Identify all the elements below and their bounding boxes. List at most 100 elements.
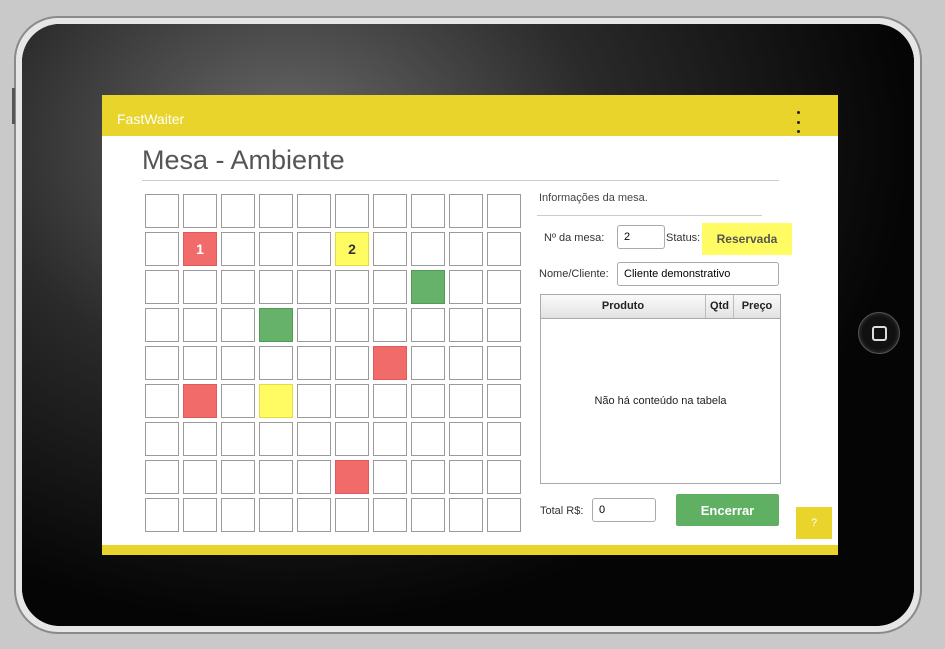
grid-cell-empty[interactable]: [335, 498, 369, 532]
table-cell-yellow[interactable]: 2: [335, 232, 369, 266]
grid-cell-empty[interactable]: [221, 498, 255, 532]
table-cell-green[interactable]: [259, 308, 293, 342]
grid-cell-empty[interactable]: [449, 422, 483, 456]
grid-cell-empty[interactable]: [145, 308, 179, 342]
home-button[interactable]: [858, 312, 900, 354]
grid-cell-empty[interactable]: [411, 308, 445, 342]
grid-cell-empty[interactable]: [297, 270, 331, 304]
grid-cell-empty[interactable]: [183, 346, 217, 380]
grid-cell-empty[interactable]: [145, 498, 179, 532]
grid-cell-empty[interactable]: [449, 308, 483, 342]
grid-cell-empty[interactable]: [373, 384, 407, 418]
column-header-qtd[interactable]: Qtd: [706, 295, 734, 318]
grid-cell-empty[interactable]: [373, 422, 407, 456]
grid-cell-empty[interactable]: [297, 460, 331, 494]
grid-cell-empty[interactable]: [373, 460, 407, 494]
grid-cell-empty[interactable]: [335, 308, 369, 342]
grid-cell-empty[interactable]: [335, 422, 369, 456]
grid-cell-empty[interactable]: [259, 422, 293, 456]
grid-cell-empty[interactable]: [221, 384, 255, 418]
grid-cell-empty[interactable]: [259, 270, 293, 304]
grid-cell-empty[interactable]: [373, 270, 407, 304]
grid-cell-empty[interactable]: [183, 498, 217, 532]
grid-cell-empty[interactable]: [411, 346, 445, 380]
grid-cell-empty[interactable]: [221, 460, 255, 494]
grid-cell-empty[interactable]: [221, 270, 255, 304]
grid-cell-empty[interactable]: [259, 498, 293, 532]
grid-cell-empty[interactable]: [373, 232, 407, 266]
grid-cell-empty[interactable]: [411, 422, 445, 456]
table-cell-red[interactable]: 1: [183, 232, 217, 266]
grid-cell-empty[interactable]: [411, 194, 445, 228]
table-cell-red[interactable]: [183, 384, 217, 418]
grid-cell-empty[interactable]: [487, 460, 521, 494]
grid-cell-empty[interactable]: [297, 384, 331, 418]
table-cell-red[interactable]: [373, 346, 407, 380]
grid-cell-empty[interactable]: [335, 270, 369, 304]
grid-cell-empty[interactable]: [297, 498, 331, 532]
grid-cell-empty[interactable]: [487, 194, 521, 228]
grid-cell-empty[interactable]: [449, 346, 483, 380]
grid-cell-empty[interactable]: [221, 308, 255, 342]
help-button[interactable]: ?: [796, 507, 832, 539]
grid-cell-empty[interactable]: [487, 498, 521, 532]
grid-cell-empty[interactable]: [183, 270, 217, 304]
grid-cell-empty[interactable]: [487, 384, 521, 418]
grid-cell-empty[interactable]: [221, 422, 255, 456]
column-header-produto[interactable]: Produto: [541, 295, 706, 318]
grid-cell-empty[interactable]: [487, 308, 521, 342]
grid-cell-empty[interactable]: [487, 422, 521, 456]
grid-cell-empty[interactable]: [259, 460, 293, 494]
close-table-button[interactable]: Encerrar: [676, 494, 779, 526]
grid-cell-empty[interactable]: [145, 384, 179, 418]
grid-cell-empty[interactable]: [183, 194, 217, 228]
grid-cell-empty[interactable]: [449, 460, 483, 494]
grid-cell-empty[interactable]: [449, 498, 483, 532]
grid-cell-empty[interactable]: [221, 194, 255, 228]
customer-field[interactable]: Cliente demonstrativo: [617, 262, 779, 286]
grid-cell-empty[interactable]: [449, 270, 483, 304]
grid-cell-empty[interactable]: [259, 232, 293, 266]
grid-cell-empty[interactable]: [297, 346, 331, 380]
grid-cell-empty[interactable]: [297, 308, 331, 342]
grid-cell-empty[interactable]: [411, 384, 445, 418]
grid-cell-empty[interactable]: [145, 422, 179, 456]
column-header-preco[interactable]: Preço: [734, 295, 780, 318]
grid-cell-empty[interactable]: [411, 232, 445, 266]
grid-cell-empty[interactable]: [373, 308, 407, 342]
grid-cell-empty[interactable]: [487, 232, 521, 266]
grid-cell-empty[interactable]: [259, 194, 293, 228]
table-number-field[interactable]: 2: [617, 225, 665, 249]
grid-cell-empty[interactable]: [373, 194, 407, 228]
table-cell-red[interactable]: [335, 460, 369, 494]
grid-cell-empty[interactable]: [259, 346, 293, 380]
grid-cell-empty[interactable]: [145, 194, 179, 228]
table-cell-green[interactable]: [411, 270, 445, 304]
grid-cell-empty[interactable]: [183, 460, 217, 494]
grid-cell-empty[interactable]: [411, 460, 445, 494]
grid-cell-empty[interactable]: [449, 384, 483, 418]
grid-cell-empty[interactable]: [145, 270, 179, 304]
grid-cell-empty[interactable]: [449, 232, 483, 266]
grid-cell-empty[interactable]: [449, 194, 483, 228]
grid-cell-empty[interactable]: [411, 498, 445, 532]
grid-cell-empty[interactable]: [487, 346, 521, 380]
table-cell-yellow[interactable]: [259, 384, 293, 418]
grid-cell-empty[interactable]: [183, 308, 217, 342]
grid-cell-empty[interactable]: [221, 232, 255, 266]
grid-cell-empty[interactable]: [297, 194, 331, 228]
overflow-menu-icon[interactable]: [795, 111, 801, 133]
grid-cell-empty[interactable]: [145, 346, 179, 380]
total-field[interactable]: 0: [592, 498, 656, 522]
grid-cell-empty[interactable]: [297, 422, 331, 456]
grid-cell-empty[interactable]: [221, 346, 255, 380]
grid-cell-empty[interactable]: [335, 384, 369, 418]
grid-cell-empty[interactable]: [335, 194, 369, 228]
grid-cell-empty[interactable]: [335, 346, 369, 380]
grid-cell-empty[interactable]: [183, 422, 217, 456]
grid-cell-empty[interactable]: [297, 232, 331, 266]
grid-cell-empty[interactable]: [145, 460, 179, 494]
grid-cell-empty[interactable]: [373, 498, 407, 532]
grid-cell-empty[interactable]: [487, 270, 521, 304]
grid-cell-empty[interactable]: [145, 232, 179, 266]
